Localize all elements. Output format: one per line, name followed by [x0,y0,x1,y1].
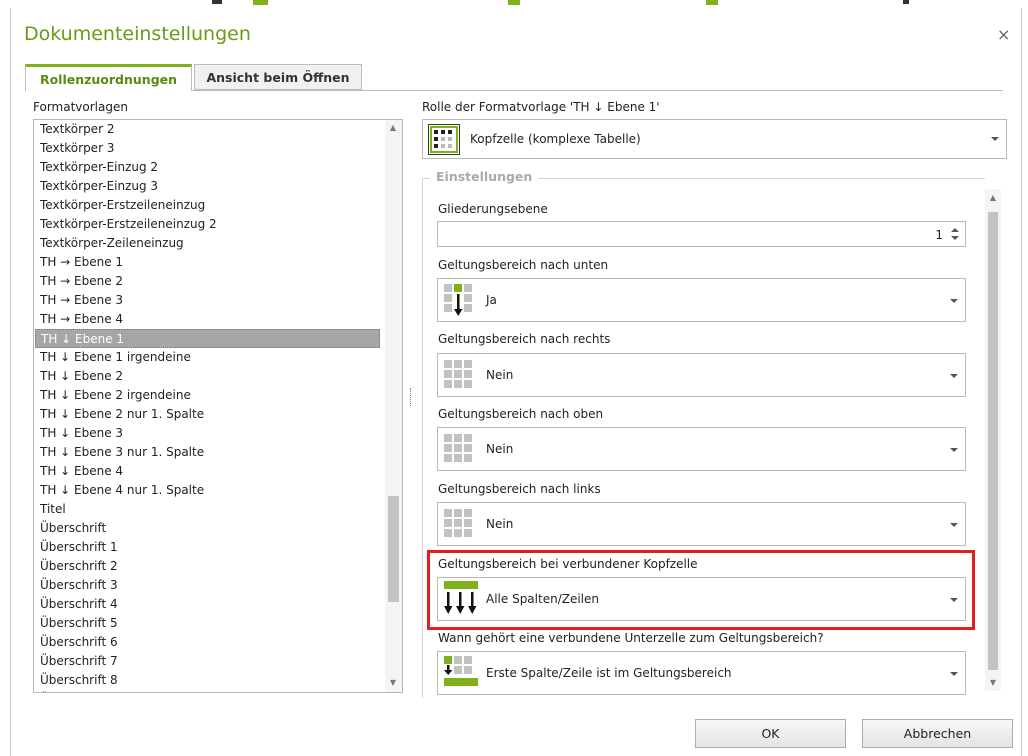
settings-frame-left [422,178,423,698]
complex-header-cell-icon [428,124,460,155]
list-item[interactable]: TH → Ebene 1 [40,253,123,272]
scroll-down-icon[interactable]: ▼ [386,678,400,687]
list-item[interactable]: Überschrift 9 [40,690,118,692]
list-item[interactable]: TH → Ebene 4 [40,310,123,329]
strip-mark [706,0,718,5]
list-item[interactable]: Überschrift 7 [40,652,118,671]
scope-down-icon [444,284,472,316]
list-item[interactable]: Überschrift 3 [40,576,118,595]
outline-level-spinner[interactable]: 1 [437,221,966,247]
list-item[interactable]: TH → Ebene 2 [40,272,123,291]
scroll-down-icon[interactable]: ▼ [986,678,1000,687]
close-icon[interactable]: × [997,25,1010,44]
scope-up-dropdown[interactable]: Nein [437,427,966,471]
subcell-scope-value: Erste Spalte/Zeile ist im Geltungsbereic… [486,666,732,680]
role-label: Rolle der Formatvorlage 'TH ↓ Ebene 1' [422,100,660,114]
chevron-down-icon [950,672,958,676]
strip-mark [212,0,222,4]
pane-splitter[interactable] [410,388,413,406]
tab-ansicht-beim-oeffnen[interactable]: Ansicht beim Öffnen [194,64,362,90]
strip-mark [903,0,909,4]
outline-level-label: Gliederungsebene [438,202,548,216]
list-item[interactable]: Textkörper 3 [40,139,114,158]
scope-none-icon [444,509,472,537]
dialog-title: Dokumenteinstellungen [24,23,251,45]
list-item[interactable]: TH ↓ Ebene 2 irgendeine [40,386,191,405]
list-item[interactable]: Textkörper-Zeileneinzug [40,234,184,253]
scope-right-dropdown[interactable]: Nein [437,353,966,397]
list-item[interactable]: Überschrift [40,519,106,538]
list-item[interactable]: TH ↓ Ebene 2 [40,367,123,386]
highlight-box [427,550,975,630]
subcell-scope-label: Wann gehört eine verbundene Unterzelle z… [438,631,824,645]
list-scrollbar[interactable] [385,120,402,692]
chevron-down-icon [950,523,958,527]
scope-down-label: Geltungsbereich nach unten [438,258,609,272]
ok-button[interactable]: OK [695,719,846,748]
role-dropdown[interactable]: Kopfzelle (komplexe Tabelle) [422,119,1007,159]
scope-left-value: Nein [486,517,514,531]
spin-up-icon[interactable] [951,228,959,232]
list-item[interactable]: TH ↓ Ebene 3 [40,424,123,443]
tab-rollenzuordnungen[interactable]: Rollenzuordnungen [25,64,192,91]
scope-down-dropdown[interactable]: Ja [437,278,966,322]
list-scrollbar-thumb[interactable] [388,496,399,602]
list-item[interactable]: Überschrift 4 [40,595,118,614]
first-column-row-icon [444,656,478,686]
list-item[interactable]: Textkörper 2 [40,120,114,139]
chevron-down-icon [950,299,958,303]
role-value: Kopfzelle (komplexe Tabelle) [470,132,641,146]
chevron-down-icon [991,137,999,141]
list-item[interactable]: Textkörper-Erstzeileneinzug [40,196,205,215]
list-item[interactable]: Überschrift 2 [40,557,118,576]
list-item[interactable]: TH → Ebene 3 [40,291,123,310]
list-item[interactable]: TH ↓ Ebene 4 [40,462,123,481]
list-item[interactable]: Überschrift 5 [40,614,118,633]
scope-right-value: Nein [486,368,514,382]
scope-up-value: Nein [486,442,514,456]
scope-left-label: Geltungsbereich nach links [438,482,601,496]
scope-none-icon [444,434,472,462]
settings-legend: Einstellungen [430,169,539,184]
background-strip [0,0,1028,8]
list-item[interactable]: Überschrift 1 [40,538,118,557]
formatvorlagen-list[interactable]: Textkörper 2 Textkörper 3 Textkörper-Einzu… [33,119,403,693]
settings-scrollbar-thumb[interactable] [988,212,998,670]
list-item[interactable]: TH ↓ Ebene 4 nur 1. Spalte [40,481,204,500]
subcell-scope-dropdown[interactable]: Erste Spalte/Zeile ist im Geltungsbereic… [437,651,966,695]
cancel-button[interactable]: Abbrechen [862,719,1013,748]
outline-level-value: 1 [935,228,943,242]
list-item[interactable]: TH ↓ Ebene 3 nur 1. Spalte [40,443,204,462]
scope-left-dropdown[interactable]: Nein [437,502,966,546]
chevron-down-icon [950,374,958,378]
list-item[interactable]: Überschrift 8 [40,671,118,690]
scope-up-label: Geltungsbereich nach oben [438,407,604,421]
list-item[interactable]: Textkörper-Einzug 2 [40,158,158,177]
scope-none-icon [444,360,472,388]
list-item[interactable]: Titel [40,500,66,519]
list-item[interactable]: Textkörper-Erstzeileneinzug 2 [40,215,217,234]
strip-mark [253,0,268,5]
scroll-up-icon[interactable]: ▲ [386,123,400,132]
scope-down-value: Ja [486,293,497,307]
list-item[interactable]: Textkörper-Einzug 3 [40,177,158,196]
scroll-up-icon[interactable]: ▲ [986,193,1000,202]
list-item[interactable]: TH ↓ Ebene 1 [35,329,380,348]
formatvorlagen-label: Formatvorlagen [33,100,128,114]
chevron-down-icon [950,448,958,452]
scope-right-label: Geltungsbereich nach rechts [438,332,611,346]
list-item[interactable]: Überschrift 6 [40,633,118,652]
list-item[interactable]: TH ↓ Ebene 1 irgendeine [40,348,191,367]
list-item[interactable]: TH ↓ Ebene 2 nur 1. Spalte [40,405,204,424]
strip-mark [508,0,520,5]
spin-down-icon[interactable] [951,236,959,240]
